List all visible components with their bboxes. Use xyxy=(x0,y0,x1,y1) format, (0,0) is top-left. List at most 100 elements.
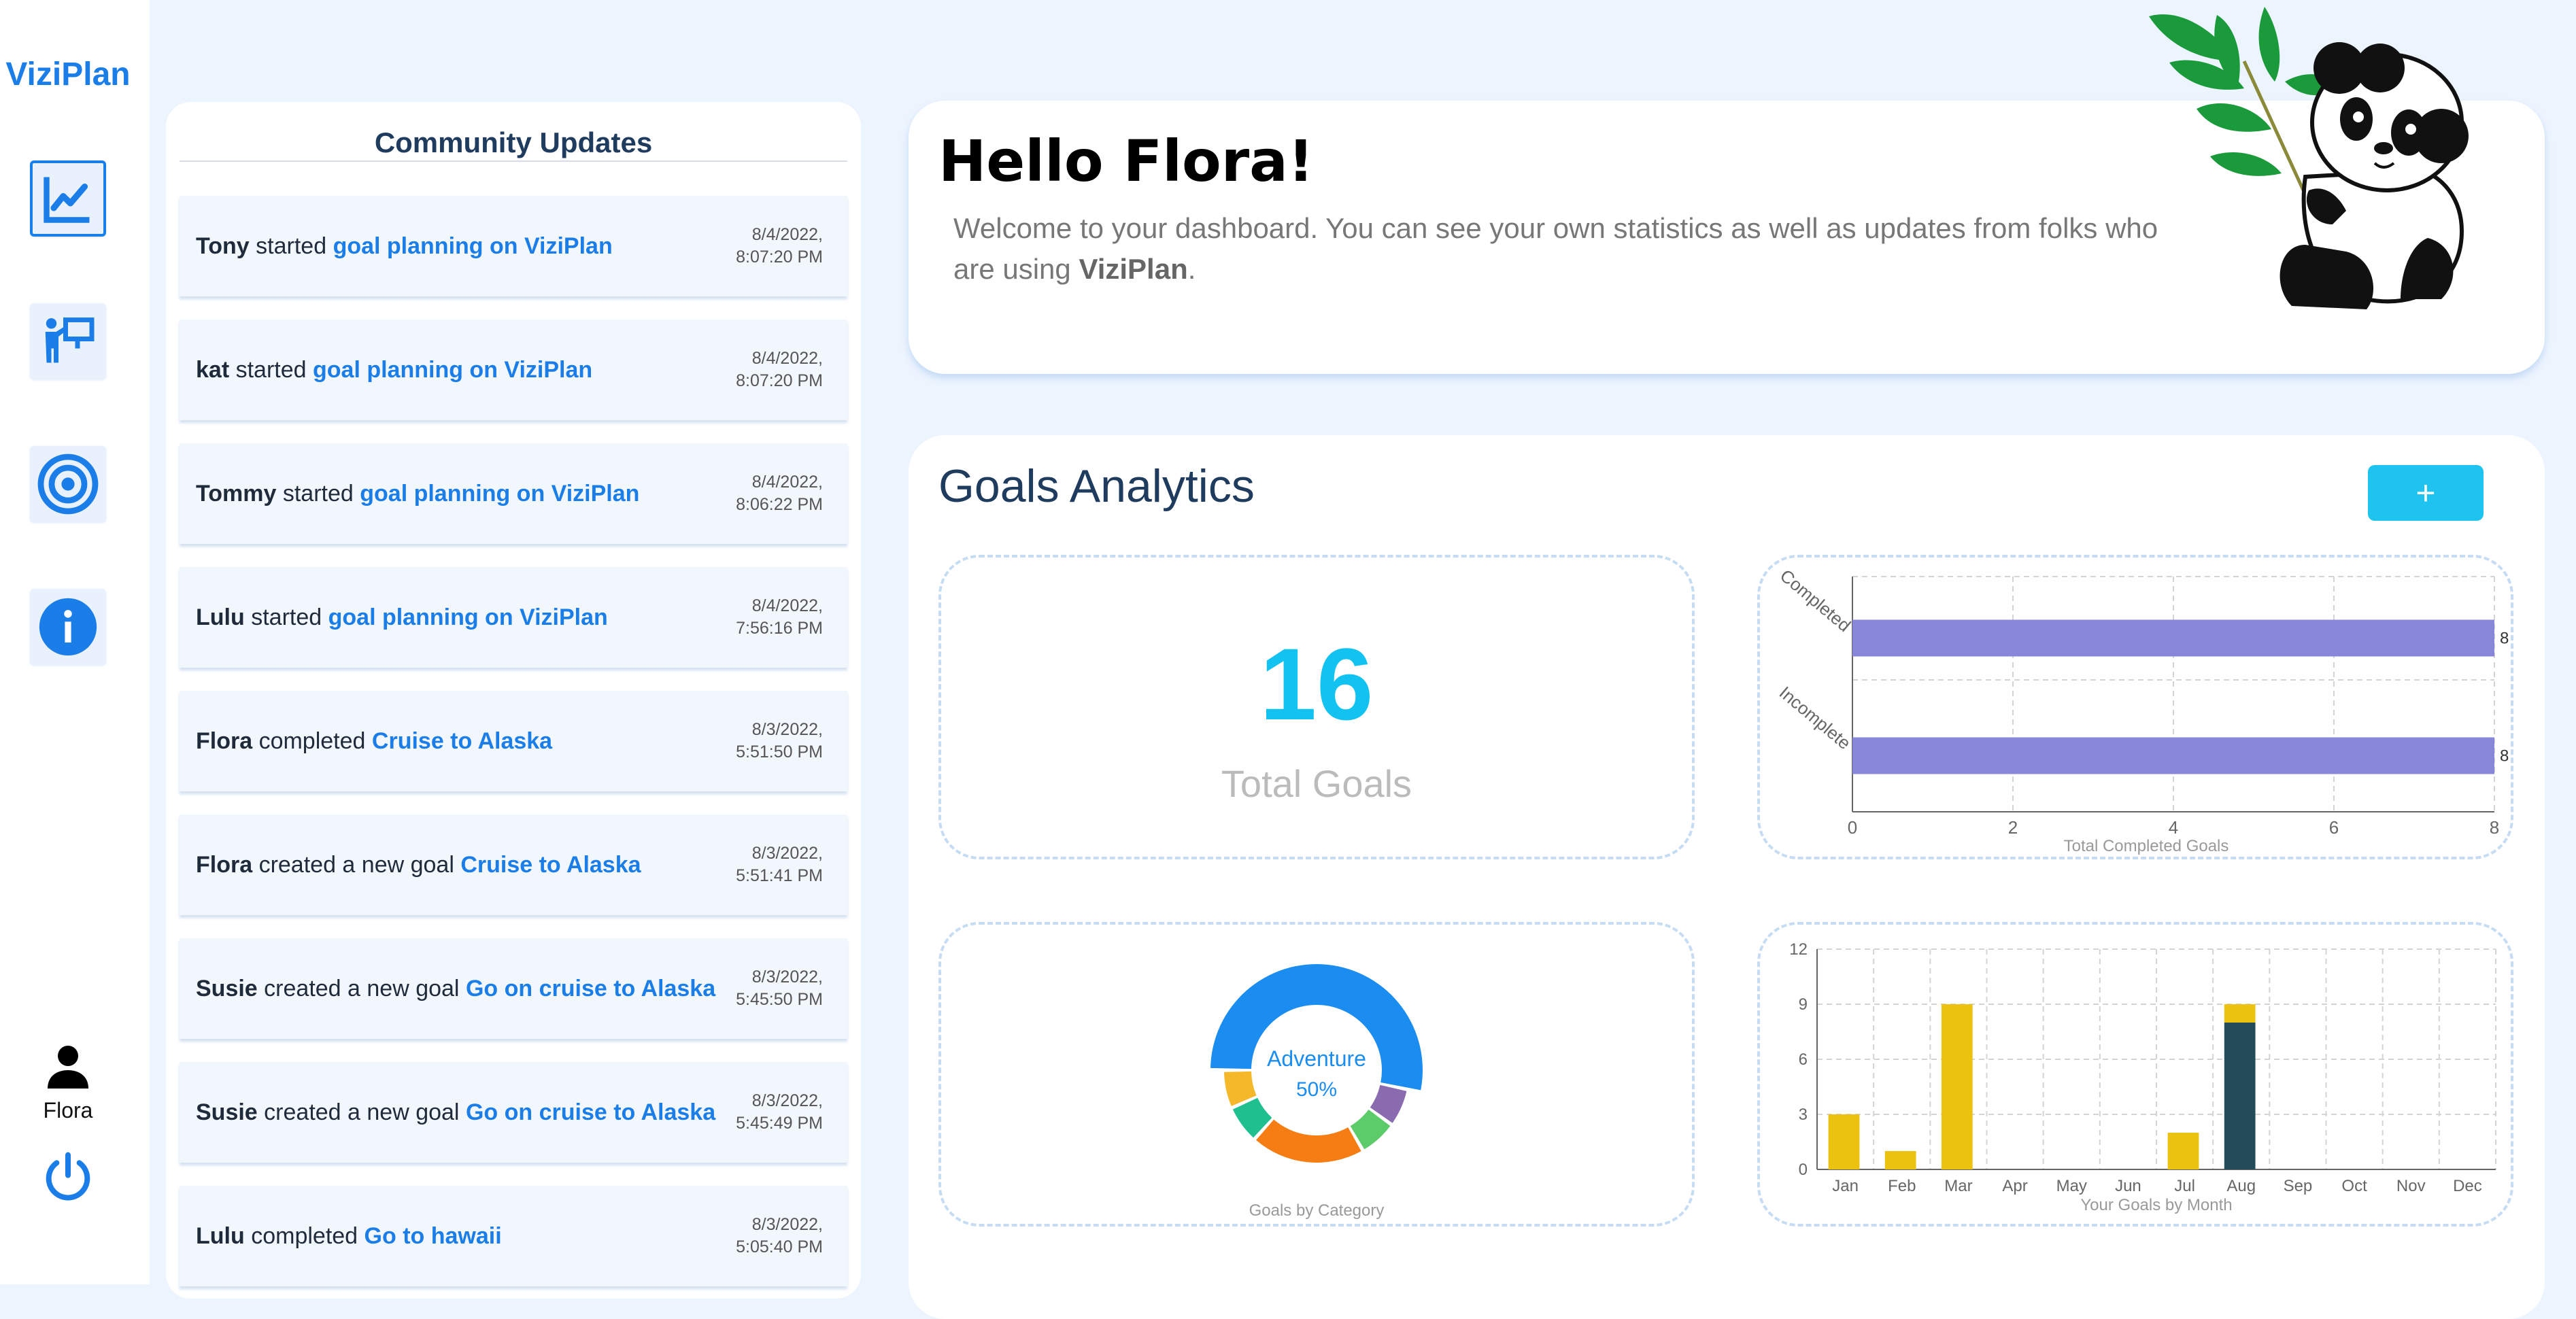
bar xyxy=(1852,737,2494,774)
x-tick-label: Apr xyxy=(2002,1177,2027,1195)
update-date: 8/4/2022, xyxy=(751,596,823,615)
greeting: Hello Flora! xyxy=(938,128,1315,194)
list-item[interactable]: kat started goal planning on ViziPlan 8/4… xyxy=(180,320,847,420)
donut-slice xyxy=(1210,964,1423,1091)
logout-button[interactable] xyxy=(41,1150,95,1208)
update-text: Susie created a new goal Go on cruise to… xyxy=(196,1099,715,1126)
x-tick-label: Jul xyxy=(2174,1177,2195,1195)
sidebar: ViziPlan Flora xyxy=(0,0,150,1284)
welcome-text: Welcome to your dashboard. You can see y… xyxy=(953,208,2164,290)
update-goal-link[interactable]: goal planning on ViziPlan xyxy=(313,357,592,383)
total-goals-label: Total Goals xyxy=(1221,762,1412,805)
update-action: started xyxy=(235,356,307,383)
update-timestamp: 8/4/2022, 8:07:20 PM xyxy=(736,224,823,269)
update-goal-link[interactable]: Cruise to Alaska xyxy=(460,852,641,878)
update-text: Tommy started goal planning on ViziPlan xyxy=(196,481,639,507)
bar xyxy=(2167,1133,2199,1169)
list-item[interactable]: Tommy started goal planning on ViziPlan 8… xyxy=(180,443,847,544)
update-date: 8/3/2022, xyxy=(751,967,823,987)
x-tick-label: 6 xyxy=(2329,817,2339,838)
update-action: started xyxy=(282,480,354,507)
update-date: 8/4/2022, xyxy=(751,473,823,492)
chart-line-icon xyxy=(44,177,90,223)
update-action: started xyxy=(256,233,327,259)
update-goal-link[interactable]: goal planning on ViziPlan xyxy=(360,481,639,507)
x-tick-label: 2 xyxy=(2008,817,2018,838)
update-text: Susie created a new goal Go on cruise to… xyxy=(196,976,715,1002)
update-action: completed xyxy=(251,1222,358,1249)
list-item[interactable]: Flora completed Cruise to Alaska 8/3/2022… xyxy=(180,691,847,791)
update-user: Lulu xyxy=(196,604,245,630)
update-time: 5:45:50 PM xyxy=(736,990,823,1009)
update-time: 5:51:50 PM xyxy=(736,742,823,761)
update-goal-link[interactable]: Go on cruise to Alaska xyxy=(466,976,715,1001)
update-goal-link[interactable]: Go to hawaii xyxy=(365,1223,502,1249)
bar-data-label: 8 xyxy=(2500,747,2509,766)
user-icon xyxy=(48,1046,88,1089)
update-text: Flora created a new goal Cruise to Alask… xyxy=(196,852,641,878)
update-user: kat xyxy=(196,356,230,383)
list-item[interactable]: Susie created a new goal Go on cruise to… xyxy=(180,938,847,1039)
update-user: Susie xyxy=(196,1099,258,1125)
update-time: 8:07:20 PM xyxy=(736,247,823,267)
sidebar-item-presentation[interactable] xyxy=(30,303,106,379)
sidebar-item-analytics[interactable] xyxy=(30,160,106,237)
list-item[interactable]: Flora created a new goal Cruise to Alask… xyxy=(180,815,847,915)
update-goal-link[interactable]: Cruise to Alaska xyxy=(372,728,552,754)
y-tick-label: 12 xyxy=(1789,940,1808,959)
x-tick-label: May xyxy=(2056,1177,2087,1195)
update-timestamp: 8/3/2022, 5:51:41 PM xyxy=(736,842,823,887)
update-goal-link[interactable]: Go on cruise to Alaska xyxy=(466,1099,715,1125)
update-timestamp: 8/3/2022, 5:51:50 PM xyxy=(736,719,823,764)
x-tick-label: Feb xyxy=(1888,1177,1916,1195)
x-tick-label: Sep xyxy=(2284,1177,2313,1195)
x-tick-label: Mar xyxy=(1944,1177,1972,1195)
list-item[interactable]: Susie created a new goal Go on cruise to… xyxy=(180,1062,847,1163)
info-icon xyxy=(39,598,97,656)
brand-logo[interactable]: ViziPlan xyxy=(0,56,136,93)
x-axis-label: Your Goals by Month xyxy=(2080,1196,2232,1214)
x-tick-label: Dec xyxy=(2453,1177,2482,1195)
update-timestamp: 8/3/2022, 5:45:50 PM xyxy=(736,966,823,1011)
bar xyxy=(1884,1151,1916,1169)
update-action: completed xyxy=(258,727,366,754)
y-tick-label: 3 xyxy=(1799,1106,1808,1124)
target-icon xyxy=(37,453,99,515)
update-text: Tony started goal planning on ViziPlan xyxy=(196,233,613,260)
divider xyxy=(180,160,847,162)
update-timestamp: 8/4/2022, 7:56:16 PM xyxy=(736,595,823,640)
total-goals-tile: 16 Total Goals xyxy=(938,555,1695,859)
monthly-chart-tile: 0 3 6 9 12 Jan Feb Mar Apr May Jun Jul Aug Sep Oct Nov D… xyxy=(1757,922,2513,1227)
update-list[interactable]: Tony started goal planning on ViziPlan 8/… xyxy=(180,196,847,1309)
update-goal-link[interactable]: goal planning on ViziPlan xyxy=(333,233,613,259)
category-chart-tile: Adventure 50% Goals by Category xyxy=(938,922,1695,1227)
update-user: Susie xyxy=(196,975,258,1001)
presenter-icon xyxy=(45,318,95,363)
update-timestamp: 8/3/2022, 5:05:40 PM xyxy=(736,1214,823,1258)
list-item[interactable]: Lulu completed Go to hawaii 8/3/2022, 5:05… xyxy=(180,1186,847,1286)
list-item[interactable]: Lulu started goal planning on ViziPlan 8/… xyxy=(180,567,847,668)
update-text: kat started goal planning on ViziPlan xyxy=(196,357,592,383)
update-timestamp: 8/4/2022, 8:06:22 PM xyxy=(736,471,823,516)
x-tick-label: 0 xyxy=(1848,817,1857,838)
community-updates-panel: Community Updates Tony started goal plan… xyxy=(166,102,861,1299)
update-text: Lulu completed Go to hawaii xyxy=(196,1223,502,1250)
update-time: 5:05:40 PM xyxy=(736,1237,823,1256)
user-name: Flora xyxy=(43,1098,93,1123)
x-tick-label: 4 xyxy=(2169,817,2178,838)
monthly-bar-chart: 0 3 6 9 12 Jan Feb Mar Apr May Jun Jul Aug Sep Oct Nov D… xyxy=(1789,940,2496,1214)
total-goals-value: 16 xyxy=(1259,627,1374,741)
list-item[interactable]: Tony started goal planning on ViziPlan 8/… xyxy=(180,196,847,296)
sidebar-item-info[interactable] xyxy=(30,589,106,665)
add-goal-button[interactable]: + xyxy=(2368,465,2484,521)
update-action: started xyxy=(251,604,322,630)
update-action: created a new goal xyxy=(264,975,460,1001)
bar xyxy=(1941,1004,1973,1169)
sidebar-item-goals[interactable] xyxy=(30,446,106,522)
update-action: created a new goal xyxy=(264,1099,460,1125)
update-timestamp: 8/3/2022, 5:45:49 PM xyxy=(736,1090,823,1135)
update-goal-link[interactable]: goal planning on ViziPlan xyxy=(328,604,608,630)
x-axis-label: Total Completed Goals xyxy=(2064,837,2229,855)
user-profile[interactable]: Flora xyxy=(27,1040,109,1123)
category-tick-label: Completed xyxy=(1776,565,1855,636)
